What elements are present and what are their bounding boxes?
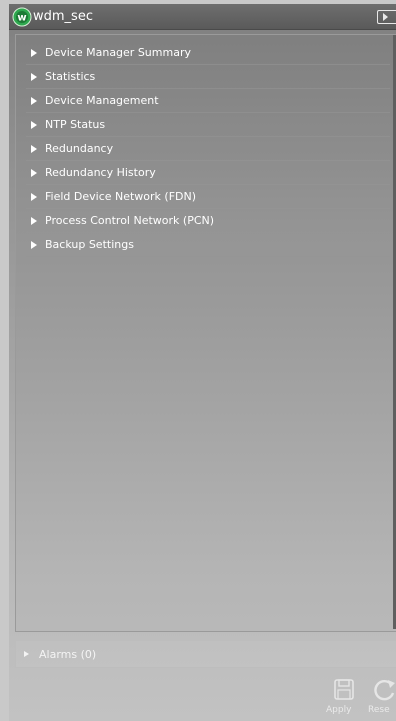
menu-item-label: Field Device Network (FDN) <box>45 190 197 203</box>
menu-item-statistics[interactable]: Statistics <box>26 65 390 89</box>
expand-arrow-icon <box>31 97 37 105</box>
expand-arrow-icon <box>31 145 37 153</box>
panel-window: w wdm_sec Device Manager Summary Statist… <box>9 4 396 721</box>
menu-item-redundancy[interactable]: Redundancy <box>26 137 390 161</box>
section-menu: Device Manager Summary Statistics Device… <box>26 41 390 257</box>
title-bar: w wdm_sec <box>9 4 396 30</box>
reset-button[interactable]: Rese <box>366 676 396 720</box>
menu-item-label: Redundancy <box>45 142 114 155</box>
expand-arrow-icon <box>31 73 37 81</box>
menu-item-device-manager-summary[interactable]: Device Manager Summary <box>26 41 390 65</box>
menu-item-label: Device Management <box>45 94 159 107</box>
menu-item-field-device-network[interactable]: Field Device Network (FDN) <box>26 185 390 209</box>
expand-arrow-icon <box>31 217 37 225</box>
menu-item-label: Statistics <box>45 70 96 83</box>
reset-label: Rese <box>368 705 390 715</box>
menu-item-ntp-status[interactable]: NTP Status <box>26 113 390 137</box>
expand-arrow-icon <box>31 193 37 201</box>
alarms-label: Alarms (0) <box>39 648 97 661</box>
menu-item-device-management[interactable]: Device Management <box>26 89 390 113</box>
footer-toolbar: Apply Rese <box>9 670 396 721</box>
menu-item-label: NTP Status <box>45 118 106 131</box>
menu-item-process-control-network[interactable]: Process Control Network (PCN) <box>26 209 390 233</box>
content-area: Device Manager Summary Statistics Device… <box>15 34 396 632</box>
menu-item-label: Device Manager Summary <box>45 46 191 59</box>
apply-label: Apply <box>326 705 352 715</box>
expand-arrow-icon <box>31 169 37 177</box>
w-logo-icon: w <box>12 7 32 27</box>
expand-arrow-icon <box>31 121 37 129</box>
expand-arrow-icon <box>31 49 37 57</box>
menu-item-label: Backup Settings <box>45 238 134 251</box>
expand-arrow-icon <box>24 651 29 657</box>
menu-item-label: Redundancy History <box>45 166 156 179</box>
apply-button[interactable]: Apply <box>324 676 364 720</box>
menu-item-redundancy-history[interactable]: Redundancy History <box>26 161 390 185</box>
window-title: wdm_sec <box>33 9 93 24</box>
expand-arrow-icon <box>31 241 37 249</box>
menu-item-label: Process Control Network (PCN) <box>45 214 215 227</box>
svg-text:w: w <box>17 13 26 24</box>
collapse-panel-icon[interactable] <box>377 10 396 24</box>
menu-item-backup-settings[interactable]: Backup Settings <box>26 233 390 257</box>
alarms-section[interactable]: Alarms (0) <box>15 640 396 668</box>
